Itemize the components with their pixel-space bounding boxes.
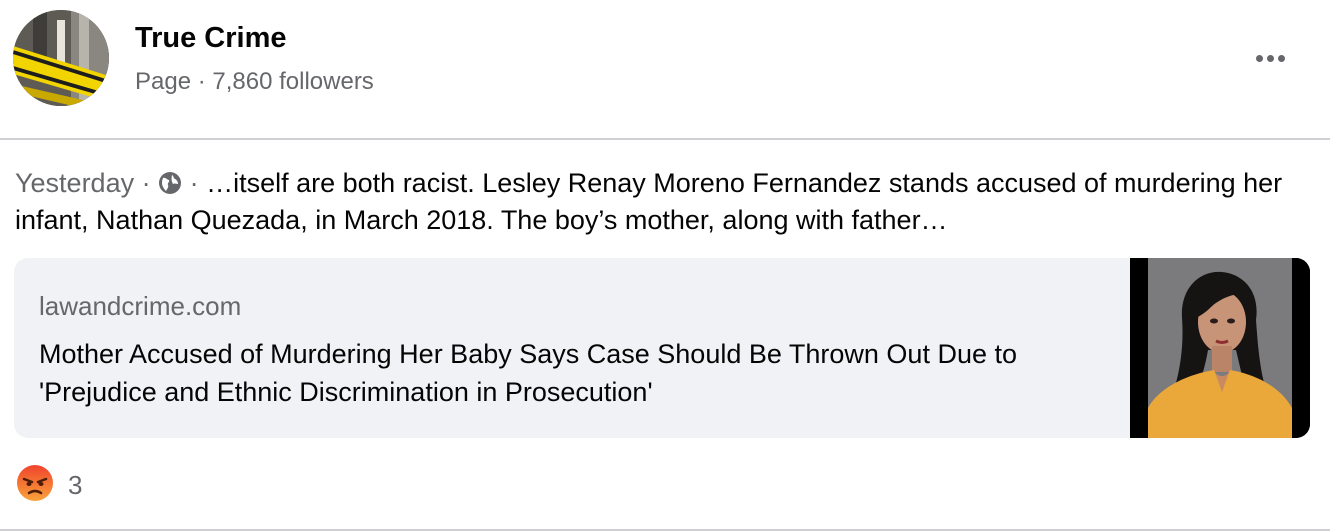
page-meta: Page · 7,860 followers (135, 68, 374, 95)
meta-separator: · (134, 168, 159, 198)
post-header: True Crime Page · 7,860 followers (0, 0, 1330, 138)
reaction-count[interactable]: 3 (68, 470, 82, 501)
post-body: …itself are both racist. Lesley Renay Mo… (15, 168, 1283, 235)
post-timestamp[interactable]: Yesterday (15, 168, 134, 198)
header-divider (0, 138, 1330, 140)
link-title[interactable]: Mother Accused of Murdering Her Baby Say… (39, 335, 1099, 411)
globe-icon[interactable] (158, 168, 182, 194)
link-domain: lawandcrime.com (39, 291, 242, 321)
meta-separator: · (182, 168, 207, 198)
reaction-summary[interactable]: 3 (16, 464, 82, 507)
page-avatar[interactable] (13, 10, 109, 106)
link-preview-card[interactable]: lawandcrime.com Mother Accused of Murder… (14, 258, 1310, 438)
footer-divider (0, 529, 1330, 531)
more-options-button[interactable] (1242, 40, 1298, 76)
post-text: Yesterday · · …itself are both racist. L… (15, 165, 1315, 239)
more-dot-icon (1277, 54, 1285, 62)
page-name[interactable]: True Crime (135, 22, 287, 55)
more-dot-icon (1255, 54, 1263, 62)
angry-reaction-icon (16, 464, 54, 507)
link-thumbnail[interactable] (1130, 258, 1310, 438)
more-dot-icon (1266, 54, 1274, 62)
facebook-post: True Crime Page · 7,860 followers Yester… (0, 0, 1330, 532)
